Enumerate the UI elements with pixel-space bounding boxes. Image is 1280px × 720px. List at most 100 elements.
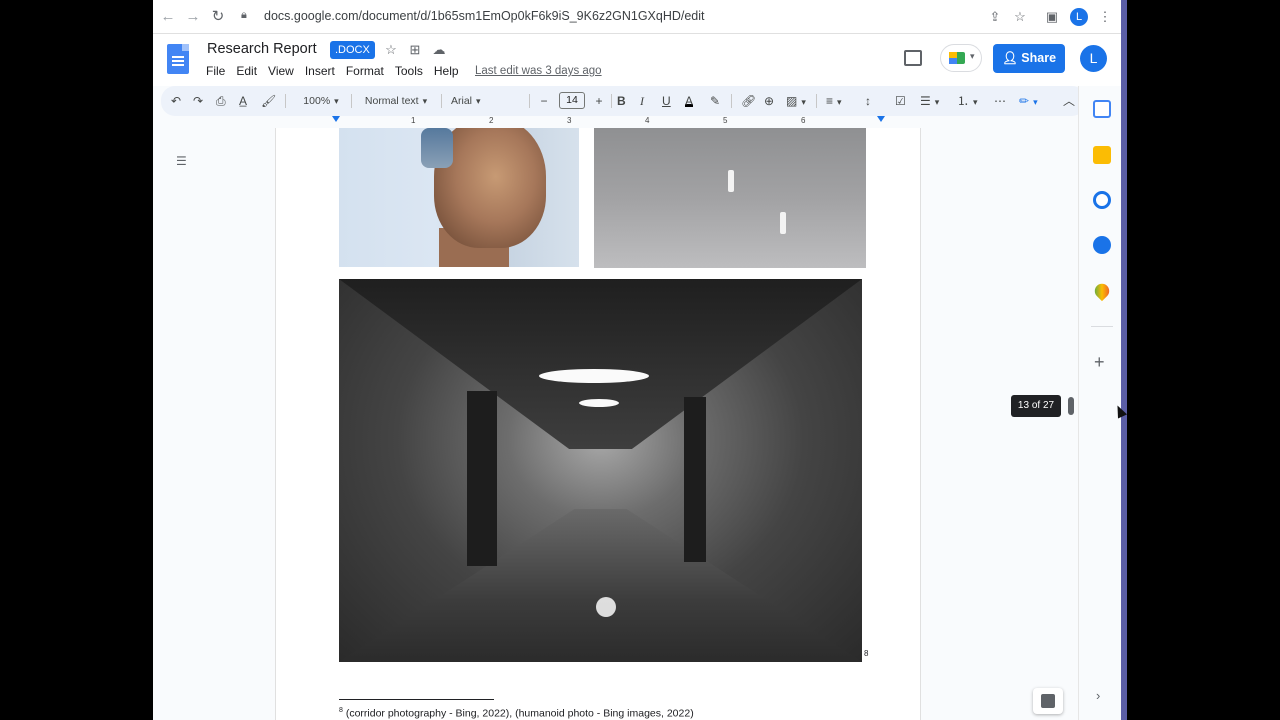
- ruler[interactable]: 1 2 3 4 5 6: [153, 116, 1078, 128]
- zoom-select[interactable]: 100%: [297, 93, 345, 109]
- link-icon[interactable]: 🔗︎: [741, 93, 756, 109]
- menu-format[interactable]: Format: [346, 64, 389, 78]
- back-icon[interactable]: ←: [159, 8, 177, 26]
- corridor-image-large[interactable]: [339, 279, 862, 662]
- share-button[interactable]: 👤︎ Share: [993, 44, 1065, 73]
- page-indicator-tooltip: 13 of 27: [1011, 395, 1061, 417]
- bulleted-list-icon[interactable]: ☰: [920, 93, 939, 109]
- spellcheck-icon[interactable]: A̲: [239, 93, 247, 109]
- footnote-marker[interactable]: 8: [864, 649, 868, 658]
- document-canvas[interactable]: ☰ 8 8 (corridor photography - Bing, 2022…: [153, 128, 1078, 720]
- print-icon[interactable]: ⎙: [216, 93, 226, 109]
- docs-logo-icon[interactable]: [167, 44, 189, 74]
- left-indent-marker[interactable]: [332, 116, 340, 122]
- humanoid-image[interactable]: [339, 128, 579, 267]
- comments-icon[interactable]: [904, 50, 922, 66]
- reload-icon[interactable]: ↻: [209, 8, 227, 26]
- corridor-image-small[interactable]: [594, 128, 866, 268]
- lock-icon[interactable]: 🔒︎: [241, 9, 247, 22]
- toolbar-divider: [529, 94, 530, 108]
- undo-icon[interactable]: ↶: [171, 93, 181, 109]
- contacts-icon[interactable]: [1093, 236, 1111, 254]
- insert-image-icon[interactable]: ▨: [786, 93, 806, 109]
- footnote-content: (corridor photography - Bing, 2022), (hu…: [345, 707, 694, 720]
- numbered-list-icon[interactable]: ⒈: [957, 93, 978, 109]
- meet-icon: [949, 52, 965, 64]
- menu-file[interactable]: File: [206, 64, 230, 78]
- style-select[interactable]: Normal text: [357, 93, 435, 109]
- font-select[interactable]: Arial: [451, 93, 525, 109]
- browser-profile-avatar[interactable]: L: [1070, 8, 1088, 26]
- ruler-number: 5: [723, 116, 728, 125]
- document-title[interactable]: Research Report: [207, 41, 317, 57]
- expand-panel-icon[interactable]: ›: [1096, 688, 1100, 703]
- align-icon[interactable]: ≡: [826, 93, 842, 109]
- toolbar-divider: [611, 94, 612, 108]
- account-avatar[interactable]: L: [1080, 45, 1107, 72]
- explore-icon: [1041, 694, 1055, 708]
- share-label: Share: [1021, 51, 1057, 65]
- move-folder-icon[interactable]: ⊞: [407, 42, 423, 58]
- highlight-icon[interactable]: ✎: [710, 93, 720, 109]
- share-page-icon[interactable]: ⇪: [987, 9, 1003, 25]
- document-outline-icon[interactable]: ☰: [176, 154, 190, 168]
- menu-insert[interactable]: Insert: [305, 64, 340, 78]
- keep-icon[interactable]: [1093, 146, 1111, 164]
- chevron-down-icon: ▾: [970, 51, 975, 61]
- text-color-icon[interactable]: A: [685, 93, 694, 108]
- tasks-icon[interactable]: [1093, 191, 1111, 209]
- browser-menu-icon[interactable]: ⋮: [1097, 9, 1113, 25]
- toolbar-divider: [816, 94, 817, 108]
- calendar-icon[interactable]: [1093, 100, 1111, 118]
- add-addon-icon[interactable]: +: [1094, 352, 1105, 373]
- last-edit-link[interactable]: Last edit was 3 days ago: [475, 65, 602, 77]
- ruler-number: 2: [489, 116, 494, 125]
- side-panel-icon[interactable]: ▣: [1044, 9, 1060, 25]
- ceiling-light-reflection: [728, 170, 734, 192]
- checklist-icon[interactable]: ☑: [895, 93, 906, 109]
- menu-bar: File Edit View Insert Format Tools Help: [206, 64, 470, 78]
- ruler-number: 3: [567, 116, 572, 125]
- maps-icon[interactable]: [1091, 280, 1113, 302]
- bookmark-star-icon[interactable]: ☆: [1012, 9, 1028, 25]
- increase-font-size-button[interactable]: +: [593, 93, 605, 109]
- toolbar-divider: [731, 94, 732, 108]
- url-text[interactable]: docs.google.com/document/d/1b65sm1EmOp0k…: [264, 9, 705, 23]
- footnote-text[interactable]: 8 (corridor photography - Bing, 2022), (…: [339, 707, 694, 720]
- star-icon[interactable]: ☆: [383, 42, 399, 58]
- share-person-icon: 👤︎: [1001, 51, 1022, 65]
- toolbar-divider: [285, 94, 286, 108]
- bold-icon[interactable]: B: [617, 93, 626, 109]
- menu-edit[interactable]: Edit: [236, 64, 262, 78]
- footnote-divider: [339, 699, 494, 700]
- ceiling-lamp: [579, 399, 619, 407]
- decrease-font-size-button[interactable]: −: [538, 93, 550, 109]
- paint-format-icon[interactable]: 🖌︎: [261, 93, 276, 109]
- explore-button[interactable]: [1033, 688, 1063, 714]
- forward-icon[interactable]: →: [184, 8, 202, 26]
- address-bar: ← → ↻ 🔒︎ docs.google.com/document/d/1b65…: [153, 0, 1125, 34]
- more-options-icon[interactable]: ⋯: [994, 93, 1006, 109]
- line-spacing-icon[interactable]: ↕: [865, 93, 871, 109]
- toolbar-divider: [441, 94, 442, 108]
- collapse-menu-icon[interactable]: ︿: [1063, 93, 1075, 109]
- scrollbar-thumb[interactable]: [1068, 397, 1074, 415]
- menu-view[interactable]: View: [268, 64, 299, 78]
- menu-tools[interactable]: Tools: [395, 64, 428, 78]
- document-page[interactable]: 8 8 (corridor photography - Bing, 2022),…: [275, 128, 921, 720]
- door-left: [467, 391, 497, 566]
- door-right: [684, 397, 706, 562]
- ruler-number: 1: [411, 116, 416, 125]
- italic-icon[interactable]: I: [640, 93, 644, 109]
- right-indent-marker[interactable]: [877, 116, 885, 122]
- menu-help[interactable]: Help: [434, 64, 464, 78]
- font-size-input[interactable]: 14: [559, 92, 585, 109]
- footnote-number: 8: [339, 707, 343, 714]
- add-comment-icon[interactable]: ⊕: [764, 93, 774, 109]
- underline-icon[interactable]: U: [662, 93, 671, 109]
- window-edge: [1121, 0, 1127, 720]
- redo-icon[interactable]: ↷: [193, 93, 203, 109]
- meet-button[interactable]: ▾: [940, 44, 982, 72]
- cloud-status-icon[interactable]: ☁︎: [431, 42, 447, 58]
- editing-mode-icon[interactable]: ✏︎: [1019, 93, 1038, 109]
